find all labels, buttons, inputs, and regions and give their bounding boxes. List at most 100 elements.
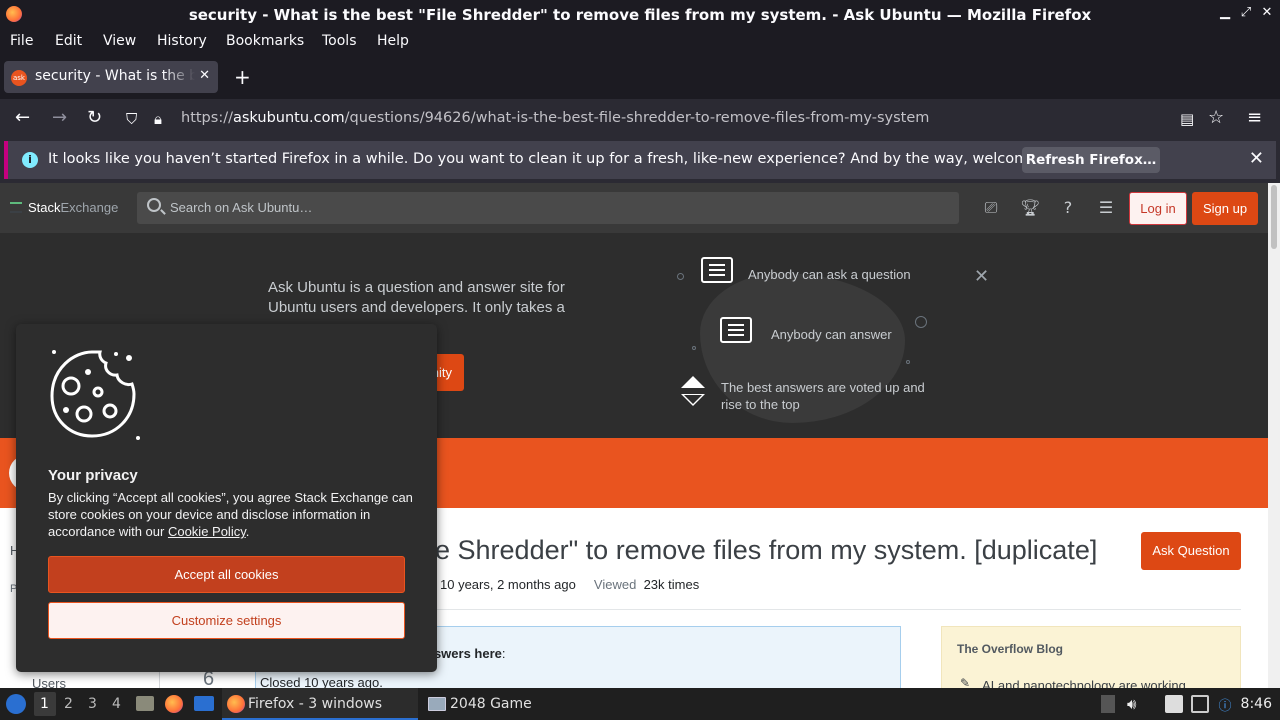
menu-help[interactable]: Help — [377, 33, 409, 49]
menu-edit[interactable]: Edit — [55, 33, 82, 49]
clock: 8:46 — [1240, 696, 1272, 712]
stackexchange-topbar: StackExchange Search on Ask Ubuntu… ⎚ 🏆︎… — [0, 183, 1268, 233]
tab-close-icon[interactable]: ✕ — [199, 68, 210, 83]
reload-icon[interactable]: ↻ — [87, 108, 102, 128]
achievements-icon[interactable]: 🏆︎ — [1020, 198, 1040, 218]
ask-question-button[interactable]: Ask Question — [1141, 532, 1241, 570]
tray-display-icon[interactable] — [1191, 695, 1209, 713]
site-switcher-icon[interactable]: ☰ — [1096, 198, 1116, 218]
task-firefox[interactable]: Firefox - 3 windows — [222, 688, 418, 720]
window-task-icon — [428, 697, 446, 711]
help-icon[interactable]: ? — [1058, 198, 1078, 218]
tray-clipboard-icon[interactable] — [1101, 695, 1115, 713]
menu-file[interactable]: File — [10, 33, 33, 49]
url-domain: askubuntu.com — [232, 110, 345, 126]
menu-bookmarks[interactable]: Bookmarks — [226, 33, 304, 49]
logo-text-stack: Stack — [28, 200, 61, 215]
file-manager-icon[interactable] — [136, 696, 154, 711]
start-menu-icon[interactable] — [6, 694, 26, 714]
decoration-dot — [677, 273, 684, 280]
blog-item[interactable]: AI and nanotechnology are working — [982, 678, 1186, 688]
task-2048[interactable]: 2048 Game — [424, 688, 594, 720]
inbox-icon[interactable]: ⎚ — [981, 198, 1001, 218]
nav-users[interactable]: Users — [32, 676, 66, 688]
page-scrollbar[interactable] — [1268, 183, 1280, 688]
close-icon[interactable]: ✕ — [1259, 5, 1275, 21]
tab-label: security - What is the best "File Shredd… — [35, 68, 195, 84]
feature-vote: The best answers are voted up and rise t… — [721, 380, 925, 412]
decoration-dot — [692, 346, 696, 350]
signup-button[interactable]: Sign up — [1192, 192, 1258, 225]
feature-ask: Anybody can ask a question — [748, 267, 911, 282]
url-prefix: https:// — [181, 110, 233, 126]
window-title: security - What is the best "File Shredd… — [188, 6, 1092, 24]
cookie-icon — [50, 350, 140, 440]
hero-intro: Ask Ubuntu is a question and answer site… — [268, 279, 565, 316]
back-icon[interactable]: ← — [15, 108, 30, 128]
taskbar: 1 2 3 4 Firefox - 3 windows 2048 Game 🔊︎… — [0, 688, 1280, 720]
firefox-launcher-icon[interactable] — [165, 695, 183, 713]
desktop-icon[interactable] — [194, 696, 214, 711]
viewed-value: 23k times — [643, 577, 700, 592]
volume-icon[interactable]: 🔊︎ — [1127, 695, 1145, 713]
hero-close-icon[interactable]: ✕ — [974, 266, 989, 287]
workspace-2[interactable]: 2 — [64, 696, 73, 712]
refresh-firefox-button[interactable]: Refresh Firefox… — [1022, 147, 1160, 173]
lock-icon[interactable]: 🔒︎ — [154, 109, 162, 129]
tray-update-icon[interactable]: ⓘ — [1216, 695, 1234, 714]
answer-bubble-icon — [720, 317, 752, 343]
decoration-dot — [906, 360, 910, 364]
viewed-label: Viewed — [593, 577, 637, 592]
tray-notes-icon[interactable] — [1165, 695, 1183, 713]
workspace-3[interactable]: 3 — [88, 696, 97, 712]
stackexchange-logo[interactable]: StackExchange — [10, 200, 118, 215]
workspace-1[interactable]: 1 — [40, 696, 49, 712]
duplicate-notice-title: nswers here: — [426, 646, 506, 661]
menu-view[interactable]: View — [103, 33, 136, 49]
question-bubble-icon — [701, 257, 733, 283]
notification-message: It looks like you haven’t started Firefo… — [48, 151, 1083, 167]
cookie-text-end: . — [245, 524, 250, 539]
question-meta: 10 years, 2 months ago Viewed 23k times — [440, 577, 699, 592]
minimize-icon[interactable]: ▁ — [1217, 5, 1233, 21]
tracking-shield-icon[interactable]: ⛉ — [126, 109, 137, 129]
overflow-blog-widget: The Overflow Blog AI and nanotechnology … — [941, 626, 1241, 688]
search-icon — [147, 198, 161, 212]
menu-tools[interactable]: Tools — [322, 33, 357, 49]
notification-close-icon[interactable]: ✕ — [1249, 148, 1264, 169]
accept-all-cookies-button[interactable]: Accept all cookies — [48, 556, 405, 593]
blog-title: The Overflow Blog — [957, 642, 1064, 656]
scrollbar-thumb[interactable] — [1271, 185, 1277, 249]
info-icon: i — [22, 152, 38, 168]
vote-arrows-icon — [681, 376, 705, 410]
cookie-policy-link[interactable]: Cookie Policy — [168, 524, 246, 539]
tab-active[interactable]: ask security - What is the best "File Sh… — [4, 61, 218, 93]
firefox-task-icon — [227, 695, 245, 713]
site-search-input[interactable]: Search on Ask Ubuntu… — [137, 192, 959, 224]
duplicate-notice-colon: : — [501, 646, 506, 661]
new-tab-icon[interactable]: + — [234, 67, 251, 87]
menu-history[interactable]: History — [157, 33, 207, 49]
forward-icon[interactable]: → — [52, 108, 67, 128]
task-firefox-label: Firefox - 3 windows — [248, 696, 383, 712]
cookie-consent-dialog: Your privacy By clicking “Accept all coo… — [16, 324, 437, 672]
reader-view-icon[interactable]: ▤ — [1180, 109, 1194, 129]
url-bar[interactable]: https://askubuntu.com/questions/94626/wh… — [181, 110, 929, 126]
question-title[interactable]: e Shredder" to remove files from my syst… — [435, 535, 1097, 566]
hamburger-menu-icon[interactable]: ≡ — [1247, 108, 1262, 128]
duplicate-notice-text: nswers here — [426, 646, 502, 661]
askubuntu-favicon: ask — [11, 70, 27, 86]
logo-text-exchange: Exchange — [60, 200, 119, 215]
task-2048-label: 2048 Game — [450, 696, 532, 712]
customize-settings-button[interactable]: Customize settings — [48, 602, 405, 639]
cookie-text: By clicking “Accept all cookies”, you ag… — [48, 489, 418, 540]
stackexchange-logo-icon — [10, 202, 22, 213]
login-button[interactable]: Log in — [1129, 192, 1187, 225]
bookmark-star-icon[interactable]: ☆ — [1208, 108, 1224, 128]
closed-notice: Closed 10 years ago. — [260, 675, 383, 688]
feature-answer: Anybody can answer — [771, 327, 892, 342]
maximize-icon[interactable]: ⤢ — [1238, 5, 1254, 21]
workspace-4[interactable]: 4 — [112, 696, 121, 712]
tab-bar: ask security - What is the best "File Sh… — [0, 54, 1280, 99]
decoration-dot — [915, 316, 927, 328]
